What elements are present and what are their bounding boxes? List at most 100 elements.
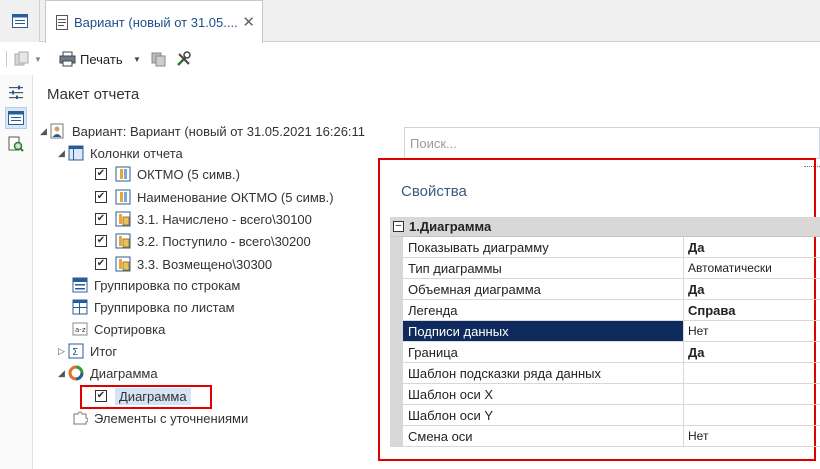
tree-item-group-sheets[interactable]: Группировка по листам — [72, 297, 235, 317]
pie-chart-icon — [68, 365, 84, 381]
tree-item-label: 3.1. Начислено - всего\30100 — [137, 211, 312, 227]
tree-root[interactable]: ◢ Вариант: Вариант (новый от 31.05.2021 … — [40, 121, 365, 141]
property-value[interactable]: Автоматически — [684, 258, 820, 278]
tree-item-col3[interactable]: ✔ 3.1. Начислено - всего\30100 — [95, 209, 312, 229]
tree-item-sort[interactable]: a-z Сортировка — [72, 319, 165, 339]
property-row[interactable]: Показывать диаграмму Да — [390, 237, 820, 258]
tree-item-label: Диаграмма — [115, 387, 191, 405]
tree-item-columns[interactable]: ◢ Колонки отчета — [58, 143, 183, 163]
property-value[interactable]: Справа — [684, 300, 820, 320]
tree-item-col5[interactable]: ✔ 3.3. Возмещено\30300 — [95, 254, 272, 274]
collapse-group-icon[interactable]: − — [393, 221, 404, 232]
tree-item-label: Итог — [90, 343, 118, 359]
property-row-selected[interactable]: Подписи данных Нет — [390, 321, 820, 342]
property-name: Подписи данных — [403, 321, 684, 341]
tree-root-label: Вариант: Вариант (новый от 31.05.2021 16… — [72, 123, 366, 139]
column-icon — [115, 166, 131, 182]
tree-item-col1[interactable]: ✔ ОКТМО (5 симв.) — [95, 164, 240, 184]
tree-item-refinements[interactable]: Элементы с уточнениями — [72, 408, 248, 428]
tab-strip: Вариант (новый от 31.05.... ✕ — [0, 0, 820, 43]
property-row[interactable]: Шаблон оси Y — [390, 405, 820, 426]
svg-text:Σ: Σ — [72, 347, 78, 358]
checkbox[interactable]: ✔ — [95, 191, 107, 203]
property-group-header[interactable]: − 1.Диаграмма — [390, 217, 820, 237]
column-icon — [115, 189, 131, 205]
tree-item-total[interactable]: ▷ Σ Итог — [58, 341, 117, 361]
properties-title: Свойства — [401, 183, 467, 200]
tree-item-label: Группировка по строкам — [94, 277, 241, 293]
tree-item-label: 3.3. Возмещено\30300 — [137, 256, 273, 272]
expand-arrow-icon[interactable]: ▷ — [58, 346, 68, 357]
rows-grouping-icon — [72, 277, 88, 293]
property-row[interactable]: Смена оси Нет — [390, 426, 820, 447]
property-name: Тип диаграммы — [403, 258, 684, 278]
property-row[interactable]: Шаблон оси X — [390, 384, 820, 405]
dropdown-arrow-icon: ▼ — [34, 54, 42, 64]
print-button[interactable]: Печать — [59, 50, 123, 68]
property-grid: − 1.Диаграмма Показывать диаграмму Да Тип… — [390, 217, 820, 447]
checkbox[interactable]: ✔ — [95, 235, 107, 247]
tree-item-col4[interactable]: ✔ 3.2. Поступило - всего\30200 — [95, 231, 311, 251]
checkbox[interactable]: ✔ — [95, 258, 107, 270]
tree-item-col2[interactable]: ✔ Наименование ОКТМО (5 симв.) — [95, 187, 334, 207]
property-value[interactable] — [684, 363, 820, 383]
preview-icon — [8, 136, 24, 152]
window-icon — [11, 14, 28, 28]
tree-item-label: Элементы с уточнениями — [94, 410, 249, 426]
print-label: Печать — [80, 51, 123, 67]
filters-button[interactable] — [5, 81, 27, 103]
checkbox[interactable]: ✔ — [95, 390, 107, 402]
property-name: Смена оси — [403, 426, 684, 446]
property-value[interactable]: Нет — [684, 321, 820, 341]
side-toolbar — [0, 75, 33, 469]
tree-item-chart-child[interactable]: ✔ Диаграмма — [95, 386, 191, 406]
tools-icon — [177, 51, 191, 66]
property-row[interactable]: Объемная диаграмма Да — [390, 279, 820, 300]
property-row[interactable]: Легенда Справа — [390, 300, 820, 321]
property-row[interactable]: Тип диаграммы Автоматически — [390, 258, 820, 279]
tree-item-group-rows[interactable]: Группировка по строкам — [72, 275, 240, 295]
search-field[interactable] — [404, 127, 820, 159]
export-button[interactable] — [151, 50, 167, 68]
print-dropdown-icon[interactable]: ▼ — [133, 50, 141, 68]
preview-button[interactable] — [5, 133, 27, 155]
copy-button[interactable]: ▼ — [14, 50, 42, 68]
tree-item-label: Группировка по листам — [94, 299, 235, 315]
property-row[interactable]: Граница Да — [390, 342, 820, 363]
indicator-column-icon — [115, 211, 131, 227]
checkbox[interactable]: ✔ — [95, 213, 107, 225]
close-tab-icon[interactable]: ✕ — [242, 13, 255, 31]
property-value[interactable]: Да — [684, 237, 820, 257]
property-value[interactable] — [684, 405, 820, 425]
property-value[interactable]: Да — [684, 279, 820, 299]
tree-item-label: ОКТМО (5 симв.) — [137, 166, 240, 182]
layout-icon — [8, 111, 24, 125]
property-value[interactable] — [684, 384, 820, 404]
home-tab[interactable] — [0, 0, 40, 42]
collapse-arrow-icon[interactable]: ◢ — [58, 148, 68, 159]
document-tab[interactable]: Вариант (новый от 31.05.... ✕ — [45, 0, 263, 43]
copy-icon — [14, 51, 29, 66]
panel-title: Макет отчета — [47, 86, 140, 103]
tree-item-label: Сортировка — [94, 321, 166, 337]
collapse-arrow-icon[interactable]: ◢ — [40, 126, 50, 137]
property-value[interactable]: Да — [684, 342, 820, 362]
tree-item-label: Колонки отчета — [90, 145, 183, 161]
search-input[interactable] — [405, 128, 819, 158]
property-name: Шаблон подсказки ряда данных — [403, 363, 684, 383]
property-name: Граница — [403, 342, 684, 362]
indicator-column-icon — [115, 256, 131, 272]
checkbox[interactable]: ✔ — [95, 168, 107, 180]
collapse-arrow-icon[interactable]: ◢ — [58, 368, 68, 379]
tree-item-chart[interactable]: ◢ Диаграмма — [58, 363, 158, 383]
printer-icon — [59, 51, 76, 67]
export-icon — [151, 52, 166, 67]
property-row[interactable]: Шаблон подсказки ряда данных — [390, 363, 820, 384]
indicator-column-icon — [115, 233, 131, 249]
report-layout-button[interactable] — [5, 107, 27, 129]
settings-tools-button[interactable] — [176, 50, 192, 68]
puzzle-icon — [72, 410, 88, 426]
table-columns-icon — [68, 145, 84, 161]
svg-text:a-z: a-z — [75, 326, 86, 334]
property-value[interactable]: Нет — [684, 426, 820, 446]
